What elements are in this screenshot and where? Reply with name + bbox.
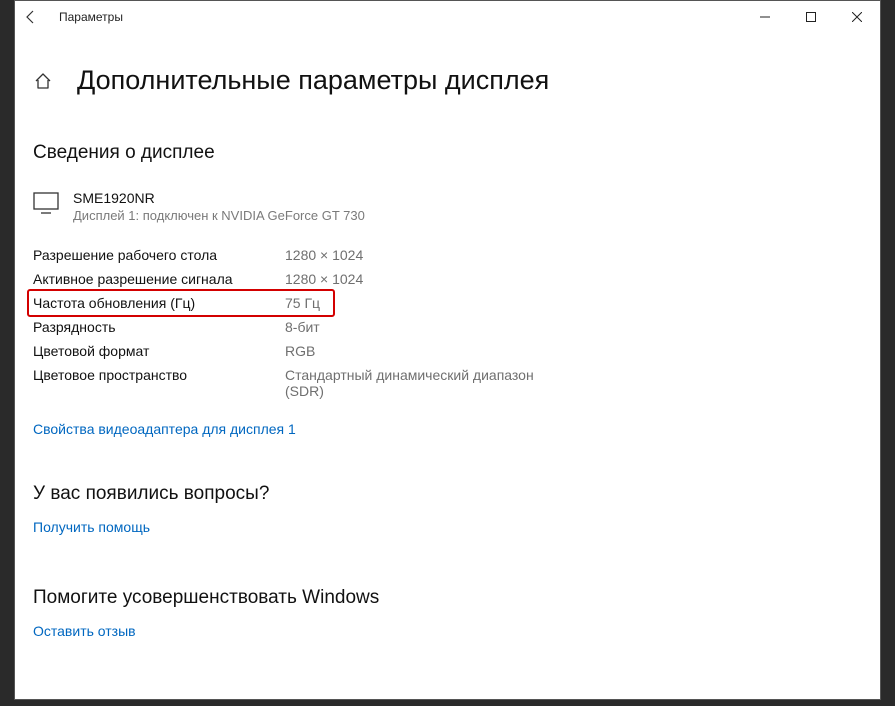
minimize-button[interactable] [742, 1, 788, 33]
monitor-icon [33, 192, 59, 219]
prop-value: RGB [285, 343, 315, 359]
adapter-properties-link[interactable]: Свойства видеоадаптера для дисплея 1 [33, 421, 296, 437]
table-row-refresh-rate: Частота обновления (Гц) 75 Гц [33, 291, 880, 315]
home-icon[interactable] [33, 71, 55, 91]
table-row: Разрядность 8-бит [33, 315, 880, 339]
prop-label: Цветовое пространство [33, 367, 285, 383]
prop-value: 75 Гц [285, 295, 320, 311]
prop-value: Стандартный динамический диапазон (SDR) [285, 367, 545, 399]
back-button[interactable] [21, 9, 41, 25]
app-title: Параметры [59, 10, 123, 24]
prop-label: Разрядность [33, 319, 285, 335]
window-controls [742, 1, 880, 33]
page-title: Дополнительные параметры дисплея [77, 65, 549, 96]
help-heading: У вас появились вопросы? [33, 483, 880, 505]
display-info-heading: Сведения о дисплее [33, 142, 880, 164]
table-row: Цветовой формат RGB [33, 339, 880, 363]
titlebar: Параметры [15, 1, 880, 33]
prop-value: 1280 × 1024 [285, 271, 363, 287]
prop-label: Разрешение рабочего стола [33, 247, 285, 263]
close-button[interactable] [834, 1, 880, 33]
get-help-link[interactable]: Получить помощь [33, 519, 150, 535]
feedback-heading: Помогите усовершенствовать Windows [33, 587, 880, 609]
page-header: Дополнительные параметры дисплея [33, 65, 880, 96]
display-properties-table: Разрешение рабочего стола 1280 × 1024 Ак… [33, 243, 880, 403]
prop-label: Частота обновления (Гц) [33, 295, 285, 311]
prop-value: 8-бит [285, 319, 320, 335]
maximize-button[interactable] [788, 1, 834, 33]
leave-feedback-link[interactable]: Оставить отзыв [33, 623, 136, 639]
table-row: Разрешение рабочего стола 1280 × 1024 [33, 243, 880, 267]
settings-window: Параметры Дополнительные параметры диспл… [14, 0, 881, 700]
monitor-connection: Дисплей 1: подключен к NVIDIA GeForce GT… [73, 208, 365, 223]
prop-value: 1280 × 1024 [285, 247, 363, 263]
prop-label: Активное разрешение сигнала [33, 271, 285, 287]
table-row: Активное разрешение сигнала 1280 × 1024 [33, 267, 880, 291]
monitor-name: SME1920NR [73, 190, 365, 206]
prop-label: Цветовой формат [33, 343, 285, 359]
content-area: Дополнительные параметры дисплея Сведени… [15, 33, 880, 641]
table-row: Цветовое пространство Стандартный динами… [33, 363, 880, 403]
monitor-block: SME1920NR Дисплей 1: подключен к NVIDIA … [33, 190, 880, 223]
